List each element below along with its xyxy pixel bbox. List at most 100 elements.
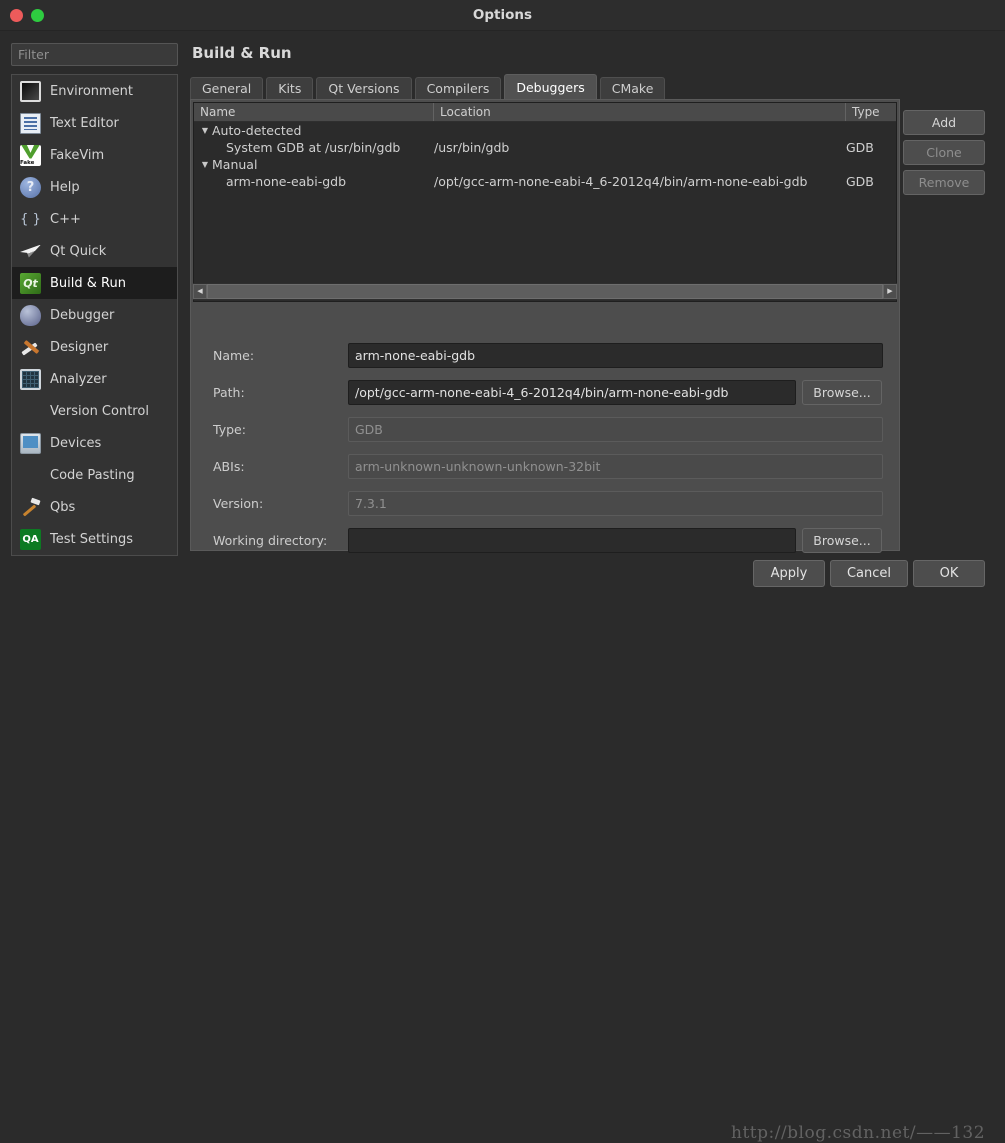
debuggers-panel: Name Location Type ▼ Auto-detected System … bbox=[190, 99, 900, 553]
table-row[interactable]: arm-none-eabi-gdb/opt/gcc-arm-none-eabi-… bbox=[194, 173, 896, 190]
column-header-name[interactable]: Name bbox=[194, 103, 434, 121]
sidebar-item-label: Text Editor bbox=[50, 115, 119, 131]
column-header-type[interactable]: Type bbox=[846, 103, 896, 121]
sidebar-item-label: Qt Quick bbox=[50, 243, 107, 259]
sidebar-item-qbs[interactable]: Qbs bbox=[12, 491, 177, 523]
remove-button[interactable]: Remove bbox=[903, 170, 985, 195]
sidebar-item-analyzer[interactable]: Analyzer bbox=[12, 363, 177, 395]
version-field bbox=[348, 491, 883, 516]
debugger-icon bbox=[20, 304, 41, 326]
sidebar-item-label: Analyzer bbox=[50, 371, 107, 387]
sidebar-item-environment[interactable]: Environment bbox=[12, 75, 177, 107]
sidebar-item-text-editor[interactable]: Text Editor bbox=[12, 107, 177, 139]
cpp-icon bbox=[20, 209, 41, 230]
browse-path-button[interactable]: Browse... bbox=[802, 380, 882, 405]
sidebar-item-label: C++ bbox=[50, 211, 81, 227]
filter-input[interactable] bbox=[11, 43, 178, 66]
sidebar-item-help[interactable]: Help bbox=[12, 171, 177, 203]
apply-button[interactable]: Apply bbox=[753, 560, 825, 587]
sidebar-item-label: Qbs bbox=[50, 499, 76, 515]
tree-horizontal-scrollbar[interactable]: ◀ ▶ bbox=[193, 283, 897, 300]
qt-quick-icon bbox=[20, 241, 41, 262]
form-row-type: Type: bbox=[191, 414, 901, 445]
sidebar-item-version-control[interactable]: Version Control bbox=[12, 395, 177, 427]
sidebar-item-code-pasting[interactable]: Code Pasting bbox=[12, 459, 177, 491]
table-row[interactable]: System GDB at /usr/bin/gdb/usr/bin/gdb GD… bbox=[194, 139, 896, 156]
browse-working-directory-button[interactable]: Browse... bbox=[802, 528, 882, 553]
cell-type: GDB bbox=[846, 174, 874, 189]
sidebar-item-qt-quick[interactable]: Qt Quick bbox=[12, 235, 177, 267]
chevron-down-icon[interactable]: ▼ bbox=[198, 160, 212, 169]
working-directory-field[interactable] bbox=[348, 528, 796, 553]
sidebar-item-debugger[interactable]: Debugger bbox=[12, 299, 177, 331]
sidebar-item-label: Designer bbox=[50, 339, 109, 355]
name-label: Name: bbox=[213, 348, 255, 363]
page-title: Build & Run bbox=[192, 44, 292, 62]
sidebar-item-label: Environment bbox=[50, 83, 134, 99]
cell-name-text: Manual bbox=[212, 157, 258, 172]
qbs-icon bbox=[20, 497, 41, 518]
abis-label: ABIs: bbox=[213, 459, 245, 474]
sidebar-item-label: Code Pasting bbox=[50, 467, 135, 483]
cell-name-text: arm-none-eabi-gdb bbox=[226, 174, 347, 189]
sidebar-item-devices[interactable]: Devices bbox=[12, 427, 177, 459]
cell-name: System GDB at /usr/bin/gdb bbox=[194, 140, 434, 155]
table-row[interactable]: ▼ Auto-detected bbox=[194, 122, 896, 139]
window-titlebar: Options bbox=[0, 0, 1005, 31]
sidebar-item-fakevim[interactable]: FakeVim bbox=[12, 139, 177, 171]
settings-sidebar: Environment Text Editor FakeVim Help C++ Qt Q… bbox=[11, 74, 178, 556]
column-header-location[interactable]: Location bbox=[434, 103, 846, 121]
sidebar-item-label: Help bbox=[50, 179, 80, 195]
tab-compilers[interactable]: Compilers bbox=[414, 77, 502, 100]
devices-icon bbox=[20, 432, 41, 454]
sidebar-item-label: Build & Run bbox=[50, 275, 126, 291]
sidebar-item-c[interactable]: C++ bbox=[12, 203, 177, 235]
add-button[interactable]: Add bbox=[903, 110, 985, 135]
scrollbar-track[interactable] bbox=[207, 284, 883, 299]
cell-name: ▼ Auto-detected bbox=[194, 123, 434, 138]
tab-debuggers[interactable]: Debuggers bbox=[504, 74, 597, 100]
ok-button[interactable]: OK bbox=[913, 560, 985, 587]
cancel-button[interactable]: Cancel bbox=[830, 560, 908, 587]
chevron-down-icon[interactable]: ▼ bbox=[198, 126, 212, 135]
path-label: Path: bbox=[213, 385, 245, 400]
tab-general[interactable]: General bbox=[190, 77, 264, 100]
scrollbar-thumb[interactable] bbox=[207, 284, 883, 299]
tab-kits[interactable]: Kits bbox=[266, 77, 314, 100]
form-row-path: Path: Browse... bbox=[191, 377, 901, 408]
tab-bar: General Kits Qt Versions Compilers Debuggers… bbox=[190, 74, 668, 100]
clone-button[interactable]: Clone bbox=[903, 140, 985, 165]
cell-name-text: System GDB at /usr/bin/gdb bbox=[226, 140, 401, 155]
table-row[interactable]: ▼ Manual bbox=[194, 156, 896, 173]
abis-field bbox=[348, 454, 883, 479]
analyzer-icon bbox=[20, 368, 41, 390]
environment-icon bbox=[20, 80, 41, 102]
cell-name: ▼ Manual bbox=[194, 157, 434, 172]
cell-location: /usr/bin/gdb bbox=[434, 140, 510, 155]
designer-icon bbox=[20, 337, 41, 358]
sidebar-item-test-settings[interactable]: Test Settings bbox=[12, 523, 177, 555]
sidebar-item-designer[interactable]: Designer bbox=[12, 331, 177, 363]
sidebar-item-label: Test Settings bbox=[50, 531, 134, 547]
watermark-text: http://blog.csdn.net/——132 bbox=[731, 1123, 986, 1143]
debuggers-tree[interactable]: Name Location Type ▼ Auto-detected System … bbox=[193, 102, 897, 302]
form-row-abis: ABIs: bbox=[191, 451, 901, 482]
debugger-details-form: Name: Path: Browse... Type: ABIs: Versio… bbox=[191, 340, 901, 562]
name-field[interactable] bbox=[348, 343, 883, 368]
tab-qt-versions[interactable]: Qt Versions bbox=[316, 77, 412, 100]
scroll-left-arrow-icon[interactable]: ◀ bbox=[193, 284, 207, 299]
tab-cmake[interactable]: CMake bbox=[599, 77, 666, 100]
sidebar-item-label: FakeVim bbox=[50, 147, 105, 163]
text-editor-icon bbox=[20, 112, 41, 134]
form-row-working-directory: Working directory: Browse... bbox=[191, 525, 901, 556]
test-settings-icon bbox=[20, 528, 41, 550]
scroll-right-arrow-icon[interactable]: ▶ bbox=[883, 284, 897, 299]
tree-body: ▼ Auto-detected System GDB at /usr/bin/gdb… bbox=[194, 122, 896, 190]
cell-name: arm-none-eabi-gdb bbox=[194, 174, 434, 189]
version-label: Version: bbox=[213, 496, 264, 511]
debugger-actions: Add Clone Remove bbox=[903, 110, 985, 200]
path-field[interactable] bbox=[348, 380, 796, 405]
sidebar-item-build-run[interactable]: Build & Run bbox=[12, 267, 177, 299]
version-control-icon bbox=[20, 401, 41, 422]
type-field bbox=[348, 417, 883, 442]
